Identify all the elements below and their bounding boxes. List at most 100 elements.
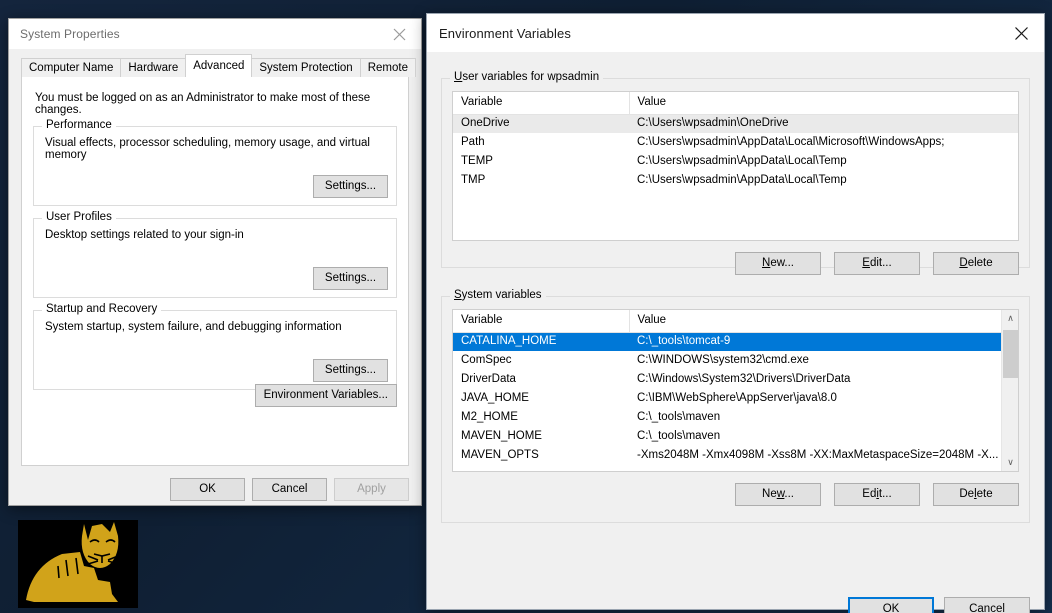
scroll-up-icon[interactable]: ∧ xyxy=(1002,310,1019,327)
performance-group-title: Performance xyxy=(42,119,116,131)
system-var-name: MAVEN_HOME xyxy=(453,427,629,446)
table-row[interactable]: CATALINA_HOME C:\_tools\tomcat-9 xyxy=(453,332,1001,351)
system-variables-table-wrap[interactable]: Variable Value CATALINA_HOME C:\_tools\t… xyxy=(452,309,1019,472)
user-variables-legend: User variables for wpsadmin xyxy=(450,71,603,83)
user-profiles-description: Desktop settings related to your sign-in xyxy=(45,229,386,241)
system-variables-button-row: New... Edit... Delete xyxy=(452,483,1019,506)
user-variables-header-row: Variable Value xyxy=(453,92,1018,114)
user-variables-legend-rest: ser variables for wpsadmin xyxy=(462,71,599,83)
close-icon[interactable] xyxy=(377,19,421,49)
system-var-name: ComSpec xyxy=(453,351,629,370)
table-row[interactable]: M2_HOME C:\_tools\maven xyxy=(453,408,1001,427)
user-delete-button[interactable]: Delete xyxy=(933,252,1019,275)
user-profiles-button-row: Settings... xyxy=(313,267,388,290)
tab-remote[interactable]: Remote xyxy=(360,58,416,77)
environment-variables-button-row: Environment Variables... xyxy=(255,384,397,407)
system-properties-tabs: Computer Name Hardware Advanced System P… xyxy=(21,54,409,77)
administrator-note: You must be logged on as an Administrato… xyxy=(35,92,397,116)
apache-tomcat-logo xyxy=(18,520,138,608)
user-variables-col-value[interactable]: Value xyxy=(629,92,1018,114)
startup-recovery-button-row: Settings... xyxy=(313,359,388,382)
system-properties-title: System Properties xyxy=(9,27,120,41)
user-var-name: Path xyxy=(453,133,629,152)
performance-description: Visual effects, processor scheduling, me… xyxy=(45,137,386,161)
environment-variables-button[interactable]: Environment Variables... xyxy=(255,384,397,407)
scroll-down-icon[interactable]: ∨ xyxy=(1002,454,1019,471)
system-properties-cancel-button[interactable]: Cancel xyxy=(252,478,327,501)
system-var-value: C:\WINDOWS\system32\cmd.exe xyxy=(629,351,1001,370)
user-profiles-settings-button[interactable]: Settings... xyxy=(313,267,388,290)
environment-variables-cancel-button[interactable]: Cancel xyxy=(944,597,1030,613)
system-new-button[interactable]: New... xyxy=(735,483,821,506)
system-properties-titlebar: System Properties xyxy=(9,19,421,49)
user-var-name: TMP xyxy=(453,171,629,190)
system-delete-button[interactable]: Delete xyxy=(933,483,1019,506)
startup-recovery-group: Startup and Recovery System startup, sys… xyxy=(33,310,397,390)
system-var-name: DriverData xyxy=(453,370,629,389)
close-glyph xyxy=(393,28,406,41)
system-edit-button[interactable]: Edit... xyxy=(834,483,920,506)
system-properties-ok-button[interactable]: OK xyxy=(170,478,245,501)
table-row[interactable]: TMP C:\Users\wpsadmin\AppData\Local\Temp xyxy=(453,171,1018,190)
advanced-tab-panel: You must be logged on as an Administrato… xyxy=(21,76,409,466)
tab-hardware[interactable]: Hardware xyxy=(120,58,186,77)
user-edit-button[interactable]: Edit... xyxy=(834,252,920,275)
table-row[interactable]: MAVEN_HOME C:\_tools\maven xyxy=(453,427,1001,446)
table-row[interactable]: MAVEN_OPTS -Xms2048M -Xmx4098M -Xss8M -X… xyxy=(453,446,1001,465)
system-var-value: C:\IBM\WebSphere\AppServer\java\8.0 xyxy=(629,389,1001,408)
system-variables-header-row: Variable Value xyxy=(453,310,1001,332)
startup-recovery-description: System startup, system failure, and debu… xyxy=(45,321,386,333)
environment-variables-footer: OK Cancel xyxy=(848,597,1030,613)
table-row[interactable]: Path C:\Users\wpsadmin\AppData\Local\Mic… xyxy=(453,133,1018,152)
startup-recovery-group-title: Startup and Recovery xyxy=(42,303,161,315)
tomcat-cat-icon xyxy=(18,520,138,608)
close-icon[interactable] xyxy=(998,14,1044,52)
user-variables-col-variable[interactable]: Variable xyxy=(453,92,629,114)
table-row[interactable]: ComSpec C:\WINDOWS\system32\cmd.exe xyxy=(453,351,1001,370)
system-var-name: M2_HOME xyxy=(453,408,629,427)
user-new-button[interactable]: New... xyxy=(735,252,821,275)
system-var-value: C:\_tools\maven xyxy=(629,408,1001,427)
environment-variables-title: Environment Variables xyxy=(427,26,571,41)
scrollbar-thumb[interactable] xyxy=(1003,330,1018,378)
system-variables-scrollbar[interactable]: ∧ ∨ xyxy=(1001,310,1018,471)
system-properties-footer: OK Cancel Apply xyxy=(170,478,409,501)
system-variables-col-variable[interactable]: Variable xyxy=(453,310,629,332)
environment-variables-window: Environment Variables User variables for… xyxy=(426,13,1045,610)
tab-advanced[interactable]: Advanced xyxy=(185,54,252,77)
user-var-name: TEMP xyxy=(453,152,629,171)
system-var-value: -Xms2048M -Xmx4098M -Xss8M -XX:MaxMetasp… xyxy=(629,446,1001,465)
user-variables-table-wrap[interactable]: Variable Value OneDrive C:\Users\wpsadmi… xyxy=(452,91,1019,241)
user-var-value: C:\Users\wpsadmin\AppData\Local\Temp xyxy=(629,152,1018,171)
system-properties-apply-button: Apply xyxy=(334,478,409,501)
user-var-value: C:\Users\wpsadmin\OneDrive xyxy=(629,114,1018,133)
user-variables-fieldset: User variables for wpsadmin Variable Val… xyxy=(441,78,1030,268)
table-row[interactable]: TEMP C:\Users\wpsadmin\AppData\Local\Tem… xyxy=(453,152,1018,171)
user-var-value: C:\Users\wpsadmin\AppData\Local\Temp xyxy=(629,171,1018,190)
environment-variables-titlebar: Environment Variables xyxy=(427,14,1044,52)
system-var-value: C:\_tools\tomcat-9 xyxy=(629,332,1001,351)
system-variables-legend-rest: ystem variables xyxy=(462,289,542,301)
table-row[interactable]: JAVA_HOME C:\IBM\WebSphere\AppServer\jav… xyxy=(453,389,1001,408)
system-var-value: C:\_tools\maven xyxy=(629,427,1001,446)
system-var-name: JAVA_HOME xyxy=(453,389,629,408)
system-variables-table: Variable Value CATALINA_HOME C:\_tools\t… xyxy=(453,310,1001,465)
table-row[interactable]: DriverData C:\Windows\System32\Drivers\D… xyxy=(453,370,1001,389)
environment-variables-ok-button[interactable]: OK xyxy=(848,597,934,613)
tab-system-protection[interactable]: System Protection xyxy=(251,58,360,77)
system-variables-fieldset: System variables Variable Value CATALINA… xyxy=(441,296,1030,523)
user-variables-button-row: New... Edit... Delete xyxy=(452,252,1019,275)
user-profiles-group-title: User Profiles xyxy=(42,211,116,223)
user-var-value: C:\Users\wpsadmin\AppData\Local\Microsof… xyxy=(629,133,1018,152)
user-profiles-group: User Profiles Desktop settings related t… xyxy=(33,218,397,298)
system-variables-col-value[interactable]: Value xyxy=(629,310,1001,332)
user-variables-table: Variable Value OneDrive C:\Users\wpsadmi… xyxy=(453,92,1018,190)
startup-recovery-settings-button[interactable]: Settings... xyxy=(313,359,388,382)
system-var-value: C:\Windows\System32\Drivers\DriverData xyxy=(629,370,1001,389)
system-var-name: MAVEN_OPTS xyxy=(453,446,629,465)
table-row[interactable]: OneDrive C:\Users\wpsadmin\OneDrive xyxy=(453,114,1018,133)
performance-button-row: Settings... xyxy=(313,175,388,198)
close-glyph xyxy=(1014,26,1029,41)
performance-settings-button[interactable]: Settings... xyxy=(313,175,388,198)
tab-computer-name[interactable]: Computer Name xyxy=(21,58,121,77)
